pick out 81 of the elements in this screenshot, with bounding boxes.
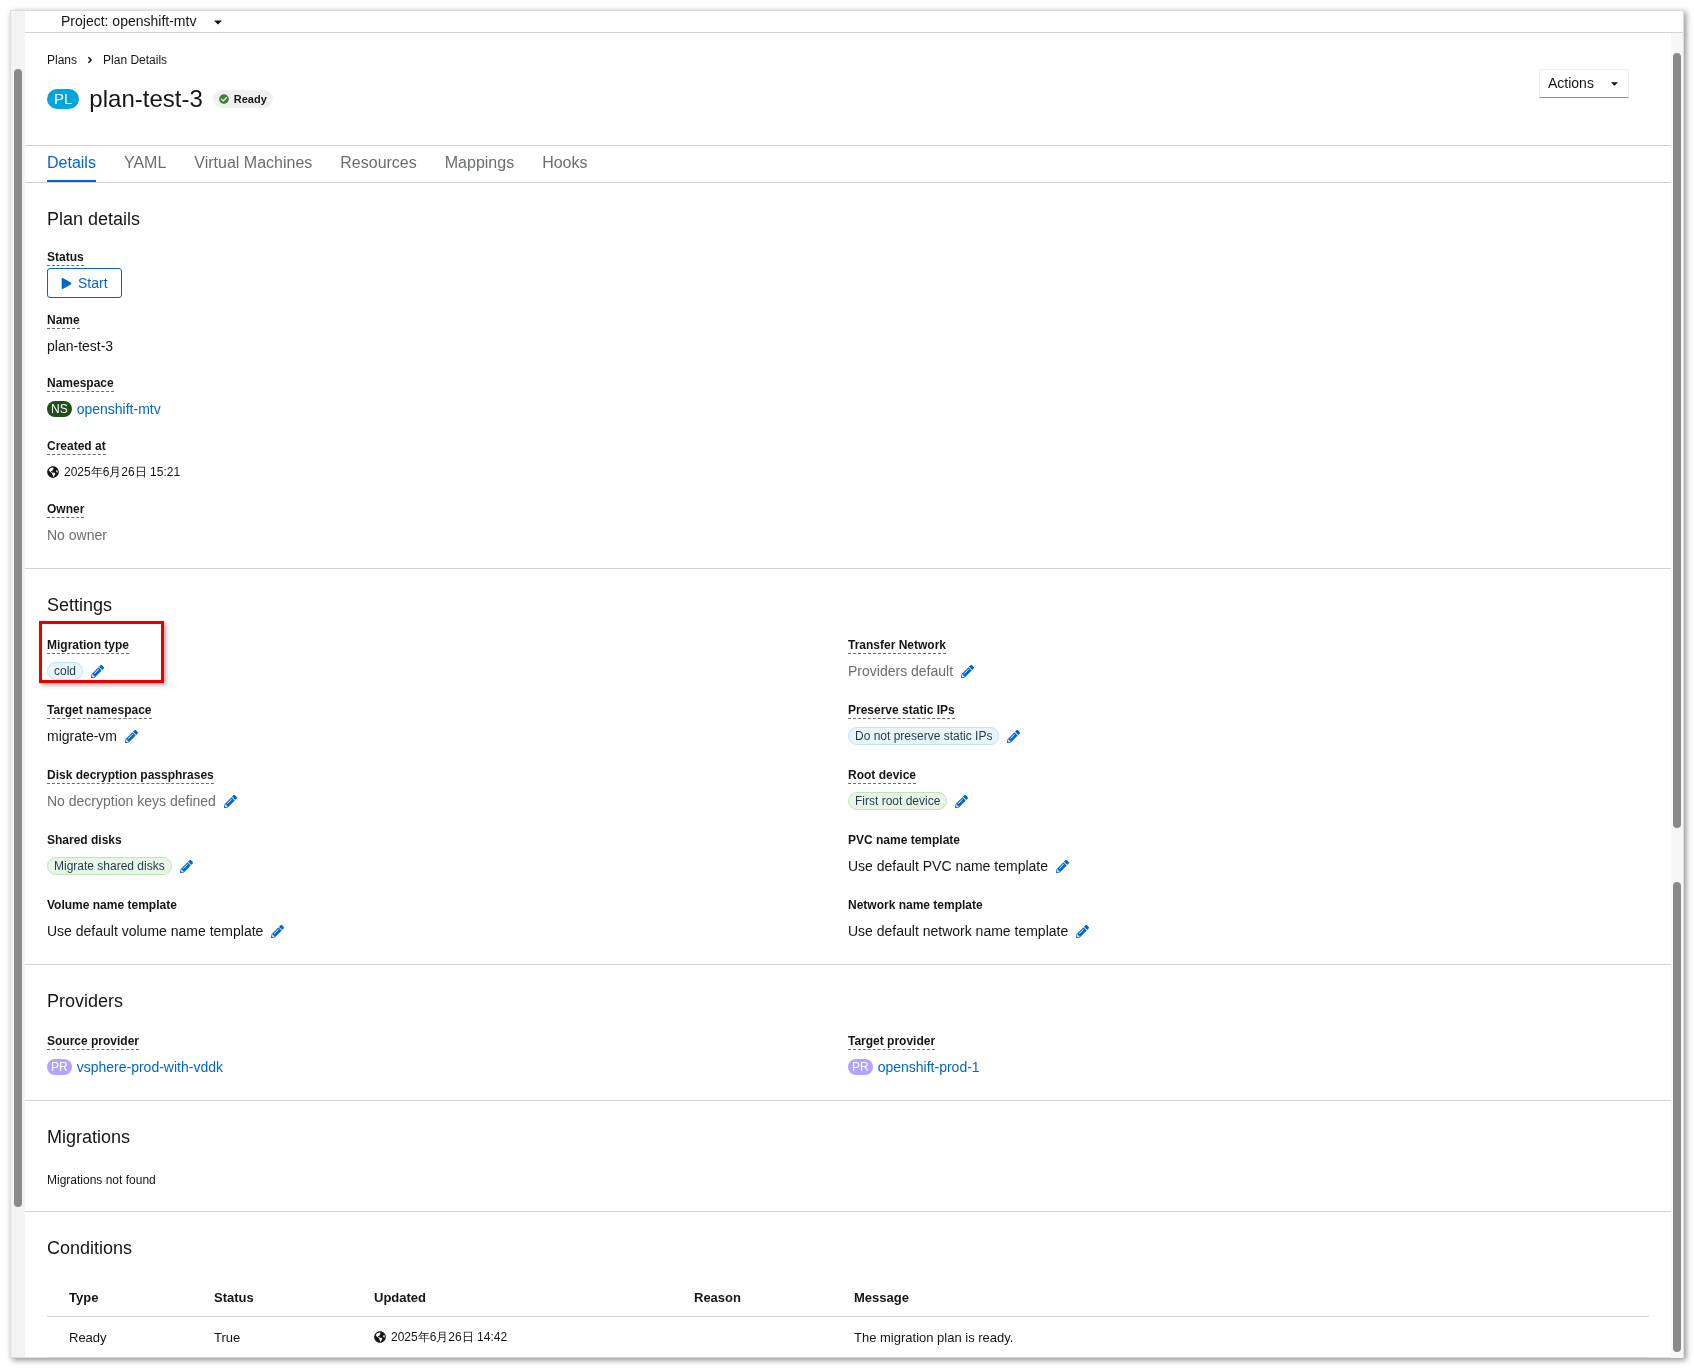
status-label: Ready (212, 90, 273, 108)
table-cell: Ready (69, 1329, 107, 1345)
column-header: Message (854, 1280, 1649, 1316)
field-label: Shared disks (47, 832, 122, 849)
pencil-icon[interactable] (179, 859, 193, 873)
field-value: No owner (47, 525, 107, 545)
start-button[interactable]: Start (47, 268, 122, 298)
pencil-icon[interactable] (223, 794, 237, 808)
field-value: Use default PVC name template (848, 856, 1048, 876)
tab[interactable]: Mappings (444, 146, 515, 182)
resource-badge: PL (47, 89, 80, 109)
field-label: Disk decryption passphrases (47, 767, 214, 784)
field-label: Transfer Network (848, 637, 947, 654)
field-label: Status (47, 249, 84, 266)
section-heading: Conditions (47, 1237, 134, 1260)
tab[interactable]: Hooks (542, 146, 588, 182)
table-cell-text: 2025年6月26日 14:42 (391, 1328, 508, 1346)
section-heading: Plan details (47, 208, 142, 231)
table-cell: True (214, 1329, 241, 1345)
resource-link[interactable]: vsphere-prod-with-vddk (76, 1056, 223, 1078)
tab[interactable]: YAML (123, 146, 167, 182)
pencil-icon[interactable] (1056, 859, 1069, 873)
status-label: First root device (848, 792, 948, 810)
status-label: Do not preserve static IPs (848, 727, 1000, 745)
column-header: Type (47, 1280, 214, 1316)
actions-dropdown[interactable]: Actions (1539, 69, 1629, 98)
tab[interactable]: Virtual Machines (194, 146, 313, 182)
tab[interactable]: Resources (340, 146, 417, 182)
pencil-icon[interactable] (125, 729, 138, 743)
table-cell: The migration plan is ready. (854, 1329, 1014, 1345)
field-label: Volume name template (47, 897, 177, 914)
field-value: 2025年6月26日 15:21 (64, 464, 181, 481)
field-label: PVC name template (848, 832, 961, 849)
page-title: plan-test-3 (89, 84, 203, 114)
pencil-icon[interactable] (1076, 924, 1090, 938)
resource-link[interactable]: openshift-mtv (76, 398, 161, 420)
field-label: Root device (848, 767, 916, 784)
status-label: Migrate shared disks (47, 857, 172, 875)
field-value: plan-test-3 (47, 336, 114, 356)
scrollbar-thumb[interactable] (1673, 881, 1681, 1352)
play-icon (61, 277, 72, 289)
field-label: Preserve static IPs (848, 702, 955, 719)
field-value: migrate-vm (47, 726, 117, 746)
column-header: Updated (374, 1280, 694, 1316)
pencil-icon[interactable] (961, 664, 975, 678)
field-label: Target provider (848, 1033, 936, 1050)
field-label: Migration type (47, 637, 129, 654)
status-label: cold (47, 662, 83, 680)
field-label: Owner (47, 501, 85, 518)
field-label: Network name template (848, 897, 983, 914)
field-value: Use default volume name template (47, 921, 264, 941)
scrollbar-thumb[interactable] (1673, 53, 1681, 828)
empty-message: Migrations not found (47, 1172, 157, 1189)
tab[interactable]: Details (47, 146, 96, 182)
globe-icon (47, 466, 59, 478)
resource-link[interactable]: openshift-prod-1 (877, 1056, 980, 1078)
section-heading: Settings (47, 594, 114, 617)
scrollbar-thumb[interactable] (14, 69, 22, 1207)
field-value: No decryption keys defined (47, 791, 216, 811)
field-label: Name (47, 312, 80, 329)
resource-badge: PR (47, 1059, 72, 1075)
breadcrumb-link[interactable]: Plans (47, 51, 78, 69)
pencil-icon[interactable] (271, 924, 285, 938)
globe-icon (374, 1330, 386, 1343)
project-selector[interactable]: Project: openshift-mtv (61, 11, 197, 32)
field-label: Source provider (47, 1033, 140, 1050)
resource-badge: PR (848, 1059, 873, 1075)
section-heading: Providers (47, 990, 125, 1013)
pencil-icon[interactable] (955, 794, 969, 808)
pencil-icon[interactable] (1007, 729, 1021, 743)
field-value: Use default network name template (848, 921, 1069, 941)
column-header: Status (214, 1280, 374, 1316)
pencil-icon[interactable] (91, 664, 104, 678)
section-heading: Migrations (47, 1126, 132, 1149)
field-label: Namespace (47, 375, 114, 392)
field-label: Created at (47, 438, 106, 455)
breadcrumb-link[interactable]: Plan Details (103, 51, 168, 69)
field-value: Providers default (848, 661, 954, 681)
field-label: Target namespace (47, 702, 152, 719)
column-header: Reason (694, 1280, 854, 1316)
resource-badge: NS (47, 401, 72, 417)
